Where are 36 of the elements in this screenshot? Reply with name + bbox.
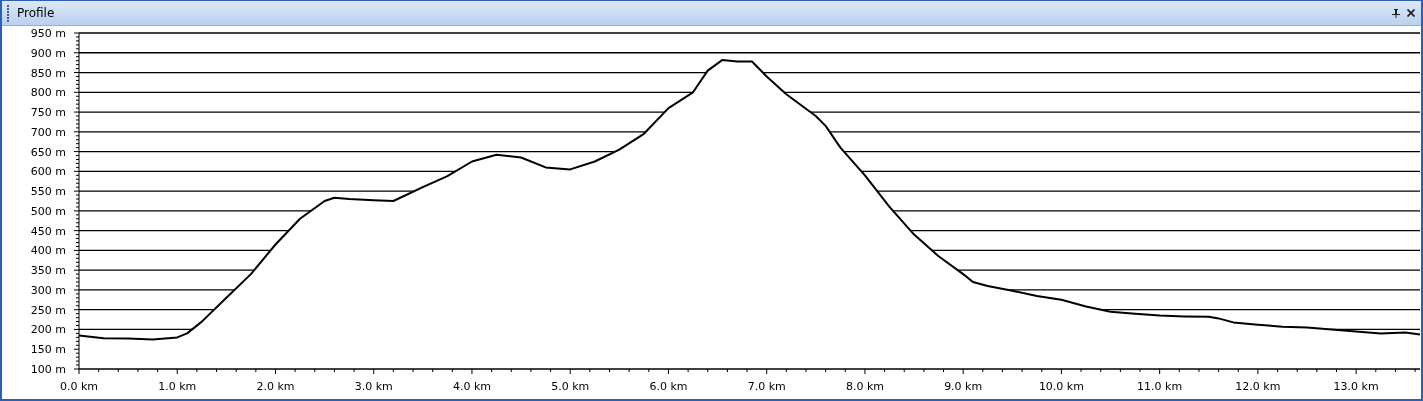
x-tick-label: 5.0 km <box>551 380 590 393</box>
y-tick-label: 750 m <box>30 106 66 120</box>
x-tick-label: 12.0 km <box>1235 380 1281 393</box>
y-tick-label: 800 m <box>30 86 66 100</box>
y-tick-label: 500 m <box>30 204 66 218</box>
y-tick-label: 150 m <box>30 343 66 357</box>
x-tick-label: 8.0 km <box>845 380 884 393</box>
y-tick-label: 350 m <box>30 264 66 278</box>
y-tick-label: 250 m <box>30 303 66 317</box>
x-tick-label: 1.0 km <box>158 380 197 393</box>
y-tick-label: 700 m <box>30 125 66 139</box>
x-tick-label: 9.0 km <box>944 380 983 393</box>
x-tick-label: 4.0 km <box>452 380 491 393</box>
x-tick-label: 2.0 km <box>256 380 295 393</box>
pin-icon[interactable] <box>1392 8 1400 18</box>
y-tick-label: 600 m <box>30 165 66 179</box>
x-tick-label: 11.0 km <box>1137 380 1183 393</box>
y-tick-label: 850 m <box>30 66 66 80</box>
y-tick-label: 650 m <box>30 145 66 159</box>
y-tick-label: 200 m <box>30 323 66 337</box>
y-tick-label: 550 m <box>30 185 66 199</box>
y-tick-label: 900 m <box>30 46 66 60</box>
x-tick-label: 3.0 km <box>354 380 393 393</box>
close-icon[interactable] <box>1407 9 1415 17</box>
panel-title: Profile <box>17 6 55 20</box>
x-tick-label: 7.0 km <box>747 380 786 393</box>
y-tick-label: 400 m <box>30 244 66 258</box>
y-tick-label: 950 m <box>30 27 66 40</box>
x-tick-label: 13.0 km <box>1333 380 1379 393</box>
grip-icon[interactable] <box>7 4 10 22</box>
x-tick-label: 6.0 km <box>649 380 688 393</box>
x-tick-label: 0.0 km <box>59 380 99 393</box>
x-tick-label: 10.0 km <box>1038 380 1084 393</box>
y-tick-label: 450 m <box>30 224 66 238</box>
y-tick-label: 300 m <box>30 283 66 297</box>
y-tick-label: 100 m <box>30 363 66 376</box>
